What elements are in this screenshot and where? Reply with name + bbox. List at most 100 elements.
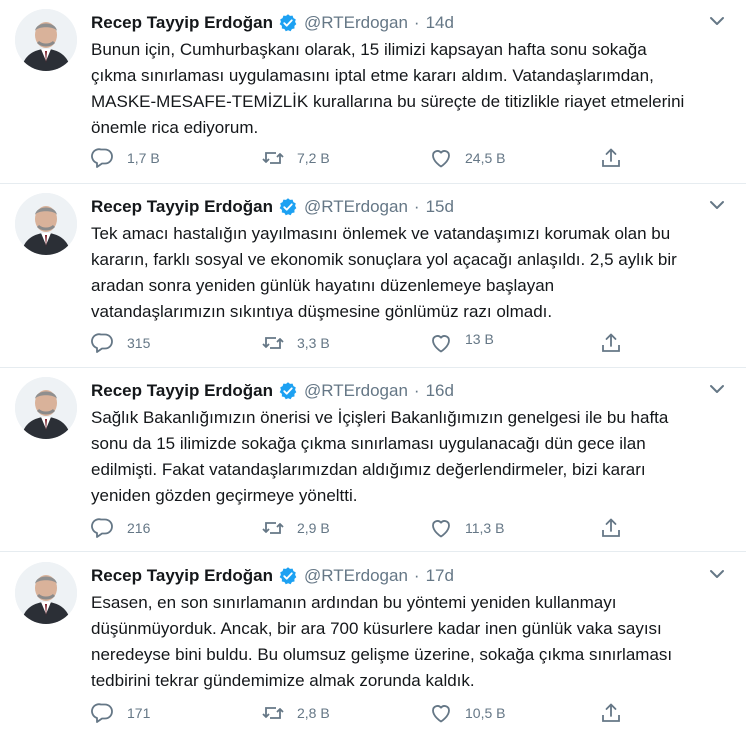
reply-button[interactable]: 1,7 B bbox=[91, 146, 160, 170]
author-handle[interactable]: @RTErdogan bbox=[304, 381, 408, 401]
retweet-count: 3,3 B bbox=[297, 335, 330, 351]
reply-icon bbox=[91, 701, 115, 725]
tweet-text-line: Tek amacı hastalığın yayılmasını önlemek… bbox=[91, 224, 671, 243]
retweet-icon bbox=[261, 516, 285, 540]
author-handle[interactable]: @RTErdogan bbox=[304, 197, 408, 217]
tweet-timestamp[interactable]: 15d bbox=[426, 197, 454, 217]
retweet-icon bbox=[261, 701, 285, 725]
like-count: 11,3 B bbox=[465, 520, 505, 536]
tweet-actions: 171 2,8 B 10,5 B bbox=[91, 701, 631, 725]
author-name[interactable]: Recep Tayyip Erdoğan bbox=[91, 566, 273, 586]
reply-count: 1,7 B bbox=[127, 150, 160, 166]
tweet-text: Bunun için, Cumhurbaşkanı olarak, 15 ili… bbox=[91, 37, 711, 141]
separator-dot: · bbox=[413, 197, 420, 216]
tweet-actions: 216 2,9 B 11,3 B bbox=[91, 516, 631, 540]
verified-badge-icon bbox=[278, 13, 298, 33]
like-button[interactable]: 10,5 B bbox=[429, 701, 505, 725]
author-name[interactable]: Recep Tayyip Erdoğan bbox=[91, 381, 273, 401]
avatar[interactable] bbox=[15, 193, 77, 255]
heart-icon bbox=[429, 516, 453, 540]
heart-icon bbox=[429, 701, 453, 725]
author-name[interactable]: Recep Tayyip Erdoğan bbox=[91, 13, 273, 33]
tweet-text-line: edilmişti. Fakat vatandaşlarımızdan aldı… bbox=[91, 460, 646, 479]
retweet-count: 7,2 B bbox=[297, 150, 330, 166]
author-name[interactable]: Recep Tayyip Erdoğan bbox=[91, 197, 273, 217]
like-button[interactable]: 11,3 B bbox=[429, 516, 504, 540]
tweet-text-line: MASKE-MESAFE-TEMİZLİK kurallarına bu sür… bbox=[91, 92, 685, 111]
reply-icon bbox=[91, 331, 115, 355]
tweet-text-line: çıkma sınırlaması uygulamasını iptal etm… bbox=[91, 66, 654, 85]
chevron-down-icon[interactable] bbox=[708, 12, 726, 30]
avatar[interactable] bbox=[15, 562, 77, 624]
verified-badge-icon bbox=[278, 566, 298, 586]
retweet-button[interactable]: 3,3 B bbox=[261, 331, 330, 355]
tweet-text-line: Esasen, en son sınırlamanın ardından bu … bbox=[91, 593, 617, 612]
tweet-header: Recep Tayyip Erdoğan @RTErdogan · 16d bbox=[91, 380, 454, 402]
avatar[interactable] bbox=[15, 377, 77, 439]
tweet-text: Tek amacı hastalığın yayılmasını önlemek… bbox=[91, 221, 711, 325]
tweet-actions: 315 3,3 B 13 B bbox=[91, 331, 631, 355]
share-icon bbox=[599, 146, 623, 170]
retweet-button[interactable]: 2,8 B bbox=[261, 701, 330, 725]
retweet-count: 2,8 B bbox=[297, 705, 330, 721]
separator-dot: · bbox=[413, 13, 420, 32]
author-handle[interactable]: @RTErdogan bbox=[304, 13, 408, 33]
tweet-text-line: sonu da 15 ilimizde sokağa çıkma sınırla… bbox=[91, 434, 646, 453]
tweet-header: Recep Tayyip Erdoğan @RTErdogan · 15d bbox=[91, 196, 454, 218]
chevron-down-icon[interactable] bbox=[708, 380, 726, 398]
share-button[interactable] bbox=[599, 516, 623, 540]
tweet-text-line: önemle rica ediyorum. bbox=[91, 118, 259, 137]
avatar[interactable] bbox=[15, 9, 77, 71]
reply-count: 315 bbox=[127, 335, 151, 351]
author-handle[interactable]: @RTErdogan bbox=[304, 566, 408, 586]
tweet-timestamp[interactable]: 14d bbox=[426, 13, 454, 33]
tweet-timestamp[interactable]: 16d bbox=[426, 381, 454, 401]
share-icon bbox=[599, 331, 623, 355]
tweet-text-line: neredeyse bini buldu. Bu olumsuz gelişme… bbox=[91, 645, 673, 664]
separator-dot: · bbox=[413, 566, 420, 585]
tweet-text: Esasen, en son sınırlamanın ardından bu … bbox=[91, 590, 711, 694]
reply-button[interactable]: 216 bbox=[91, 516, 150, 540]
like-button[interactable]: 13 B bbox=[429, 327, 494, 353]
like-count: 13 B bbox=[465, 331, 494, 347]
tweet-header: Recep Tayyip Erdoğan @RTErdogan · 17d bbox=[91, 565, 454, 587]
verified-badge-icon bbox=[278, 197, 298, 217]
separator-dot: · bbox=[413, 381, 420, 400]
share-button[interactable] bbox=[599, 701, 623, 725]
tweet-text-line: vatandaşlarımızın sıkıntıya düşmesine gö… bbox=[91, 302, 553, 321]
tweet-actions: 1,7 B 7,2 B 24,5 B bbox=[91, 146, 631, 170]
tweet-text-line: kararın, farklı sosyal ve ekonomik sonuç… bbox=[91, 250, 677, 269]
reply-icon bbox=[91, 516, 115, 540]
like-button[interactable]: 24,5 B bbox=[429, 146, 505, 170]
reply-button[interactable]: 171 bbox=[91, 701, 150, 725]
chevron-down-icon[interactable] bbox=[708, 196, 726, 214]
tweet-timestamp[interactable]: 17d bbox=[426, 566, 454, 586]
retweet-icon bbox=[261, 146, 285, 170]
tweet-text-line: tedbirini tekrar gündemimize almak zorun… bbox=[91, 671, 475, 690]
tweet-text-line: aradan sonra yeniden günlük hayatını düz… bbox=[91, 276, 555, 295]
tweet[interactable]: Recep Tayyip Erdoğan @RTErdogan · 14d Bu… bbox=[0, 0, 746, 184]
tweet[interactable]: Recep Tayyip Erdoğan @RTErdogan · 16d Sa… bbox=[0, 368, 746, 552]
retweet-button[interactable]: 7,2 B bbox=[261, 146, 330, 170]
heart-icon bbox=[429, 146, 453, 170]
share-button[interactable] bbox=[599, 146, 623, 170]
retweet-button[interactable]: 2,9 B bbox=[261, 516, 330, 540]
tweet-header: Recep Tayyip Erdoğan @RTErdogan · 14d bbox=[91, 12, 454, 34]
reply-count: 216 bbox=[127, 520, 151, 536]
like-count: 10,5 B bbox=[465, 705, 506, 721]
retweet-icon bbox=[261, 331, 285, 355]
share-icon bbox=[599, 701, 623, 725]
tweet-text-line: yeniden gözden geçirmeye yöneltti. bbox=[91, 486, 358, 505]
heart-icon bbox=[429, 331, 453, 355]
retweet-count: 2,9 B bbox=[297, 520, 330, 536]
verified-badge-icon bbox=[278, 381, 298, 401]
tweet[interactable]: Recep Tayyip Erdoğan @RTErdogan · 17d Es… bbox=[0, 553, 746, 731]
tweet-text-line: Bunun için, Cumhurbaşkanı olarak, 15 ili… bbox=[91, 40, 647, 59]
reply-icon bbox=[91, 146, 115, 170]
tweet[interactable]: Recep Tayyip Erdoğan @RTErdogan · 15d Te… bbox=[0, 184, 746, 368]
share-icon bbox=[599, 516, 623, 540]
tweet-text: Sağlık Bakanlığımızın önerisi ve İçişler… bbox=[91, 405, 711, 509]
chevron-down-icon[interactable] bbox=[708, 565, 726, 583]
share-button[interactable] bbox=[599, 331, 623, 355]
reply-button[interactable]: 315 bbox=[91, 331, 150, 355]
